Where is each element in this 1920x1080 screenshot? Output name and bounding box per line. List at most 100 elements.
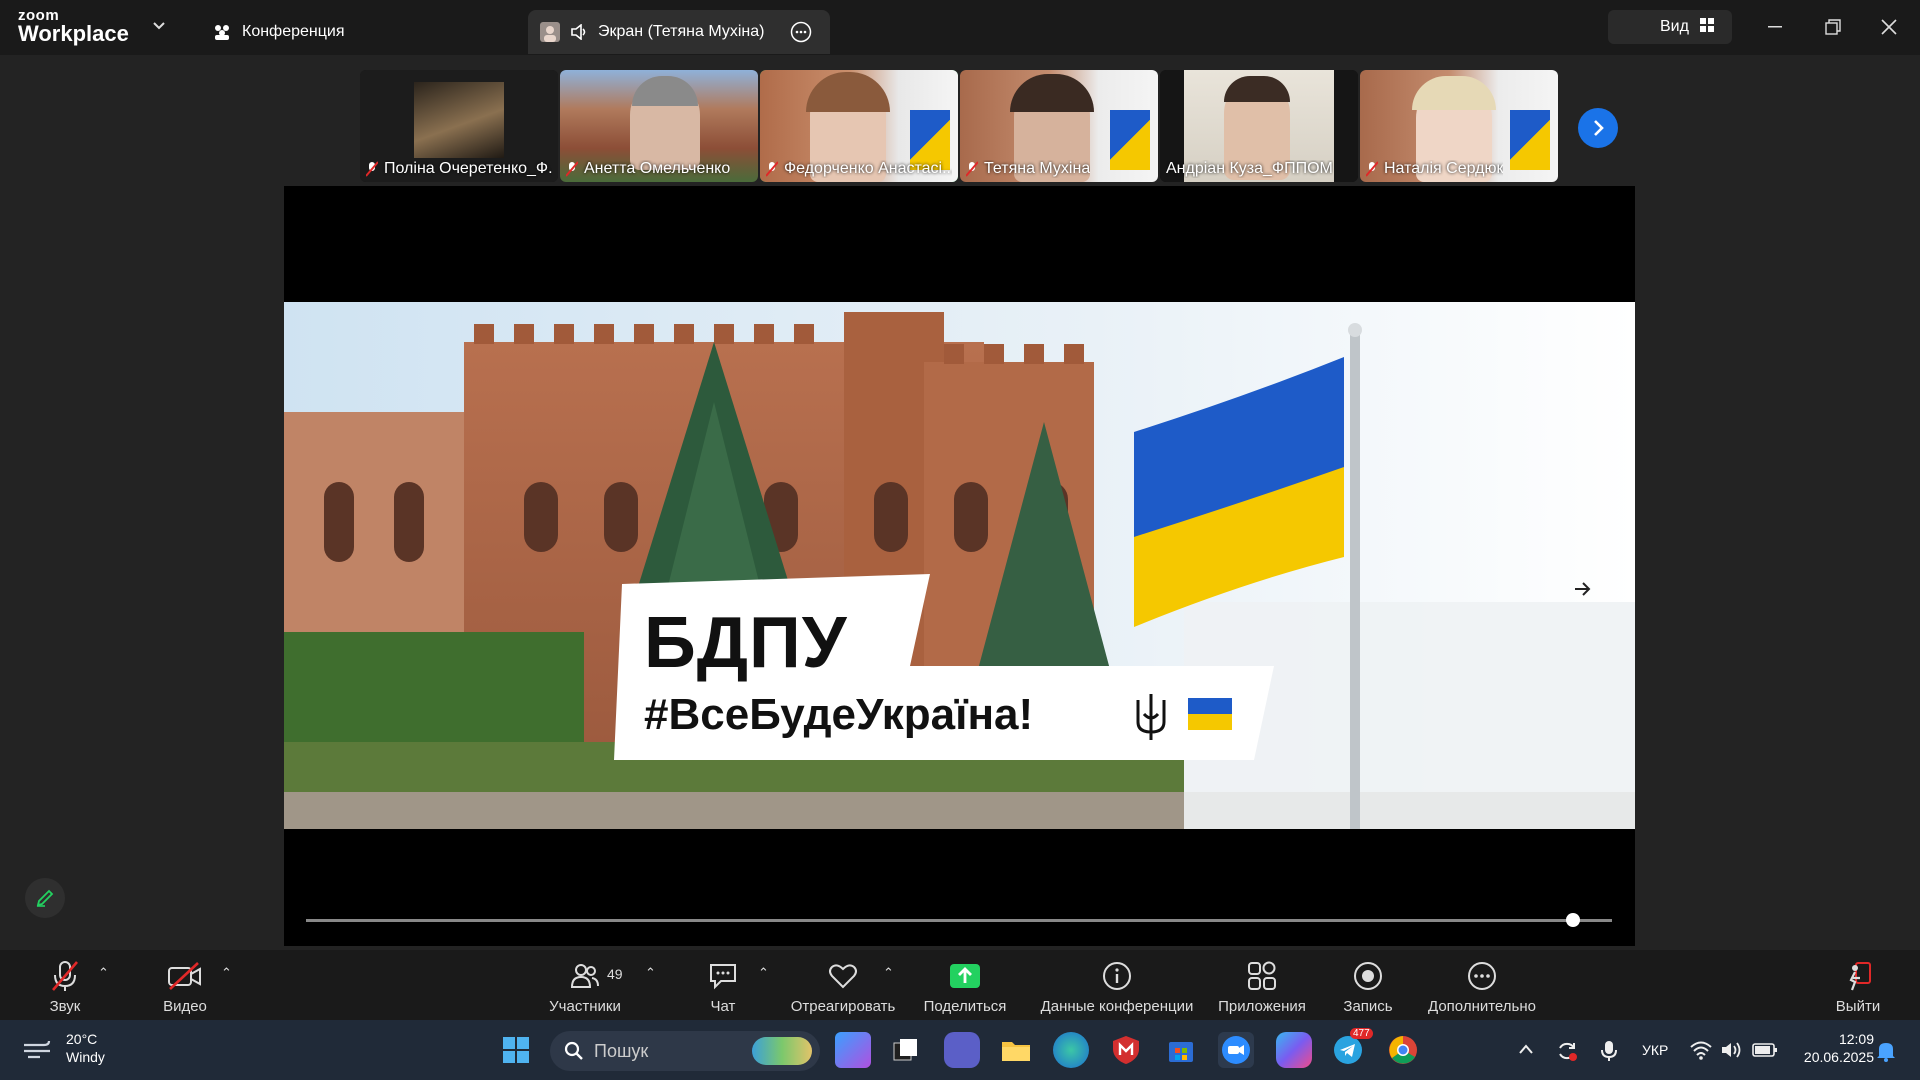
chevron-up-icon[interactable]: ⌃	[645, 965, 656, 981]
progress-handle[interactable]	[1565, 913, 1580, 927]
share-screen-icon	[949, 956, 981, 996]
annotate-button[interactable]	[25, 878, 65, 918]
participant-tile[interactable]: Тетяна Мухіна	[960, 70, 1158, 182]
slide-hashtag: #ВсеБудеУкраїна!	[644, 690, 1034, 739]
mic-muted-icon	[366, 161, 378, 177]
zoom-logo: zoom Workplace	[18, 8, 129, 45]
chevron-up-icon[interactable]: ⌃	[221, 965, 232, 981]
close-button[interactable]	[1874, 14, 1904, 40]
share-button[interactable]: Поделиться	[920, 950, 1010, 1020]
battery-icon[interactable]	[1752, 1042, 1778, 1063]
clock-time: 12:09	[1838, 1031, 1874, 1047]
meeting-info-button[interactable]: Данные конференции	[1036, 950, 1198, 1020]
meeting-info-label: Данные конференции	[1040, 998, 1194, 1015]
taskbar-search[interactable]: Пошук	[550, 1031, 820, 1071]
arrow-right-icon[interactable]	[1574, 580, 1592, 603]
pencil-icon	[36, 889, 54, 907]
participant-name: Федорченко Анастасі...	[784, 160, 952, 177]
notification-bell-icon[interactable]	[1876, 1040, 1896, 1067]
system-clock[interactable]: 12:09 20.06.2025	[1790, 1030, 1874, 1066]
apps-label: Приложения	[1218, 998, 1306, 1015]
tab-conference-label: Конференция	[242, 23, 345, 40]
weather-desc: Windy	[66, 1049, 105, 1065]
tab-conference[interactable]: Конференция	[212, 10, 512, 54]
video-progress-bar[interactable]	[306, 919, 1612, 922]
m365-icon[interactable]	[1276, 1032, 1312, 1068]
record-icon	[1353, 956, 1383, 996]
participant-tile[interactable]: Поліна Очеретенко_Ф...	[360, 70, 558, 182]
participant-tile[interactable]: Федорченко Анастасі...	[760, 70, 958, 182]
next-page-button[interactable]	[1578, 108, 1618, 148]
react-button[interactable]: Отреагировать	[788, 950, 898, 1020]
participant-name: Анетта Омельченко	[584, 160, 731, 177]
mic-muted-icon	[1366, 161, 1378, 177]
weather-widget[interactable]: 20°C Windy	[22, 1030, 105, 1066]
heart-icon	[828, 956, 858, 996]
telegram-badge: 477	[1350, 1028, 1373, 1039]
microphone-icon[interactable]	[1600, 1040, 1618, 1067]
sync-icon[interactable]	[1556, 1040, 1578, 1067]
share-label: Поделиться	[923, 998, 1007, 1015]
windows-start-icon[interactable]	[498, 1032, 534, 1068]
video-label: Видео	[163, 998, 207, 1015]
chevron-up-icon[interactable]: ⌃	[883, 965, 894, 981]
info-icon	[1102, 956, 1132, 996]
people-icon	[212, 23, 232, 41]
tab-screen-share[interactable]: Экран (Тетяна Мухіна)	[528, 10, 830, 54]
minimize-button[interactable]	[1760, 14, 1790, 40]
zoom-taskbar-icon[interactable]	[1218, 1032, 1254, 1068]
search-placeholder: Пошук	[594, 1040, 649, 1061]
task-view-icon[interactable]	[888, 1032, 924, 1068]
tab-screen-label: Экран (Тетяна Мухіна)	[598, 23, 765, 40]
more-options-icon[interactable]	[790, 21, 812, 43]
participant-name: Поліна Очеретенко_Ф...	[384, 160, 552, 177]
telegram-icon[interactable]: 477	[1330, 1028, 1373, 1068]
avatar	[540, 22, 560, 42]
record-button[interactable]: Запись	[1336, 950, 1400, 1020]
chrome-icon[interactable]	[1385, 1032, 1421, 1068]
weather-temp: 20°C	[66, 1031, 98, 1047]
participant-strip: Поліна Очеретенко_Ф... Анетта Омельченко…	[360, 70, 1560, 182]
language-indicator[interactable]: УКР	[1642, 1042, 1668, 1058]
apps-button[interactable]: Приложения	[1212, 950, 1312, 1020]
video-button[interactable]: Видео	[157, 950, 213, 1020]
leave-icon	[1842, 956, 1874, 996]
chevron-up-icon[interactable]: ⌃	[758, 965, 769, 981]
chat-button[interactable]: Чат	[700, 950, 746, 1020]
chevron-up-icon[interactable]	[1518, 1042, 1534, 1060]
speaker-icon	[570, 24, 588, 40]
audio-button[interactable]: Звук	[40, 950, 90, 1020]
leave-button[interactable]: Выйти	[1830, 950, 1886, 1020]
clock-date: 20.06.2025	[1803, 1049, 1874, 1065]
search-icon	[564, 1041, 583, 1060]
restore-button[interactable]	[1818, 14, 1848, 40]
volume-icon[interactable]	[1720, 1040, 1742, 1065]
teams-icon[interactable]	[944, 1032, 980, 1068]
mic-muted-icon	[766, 161, 778, 177]
mic-muted-icon	[50, 956, 80, 996]
chat-icon	[708, 956, 738, 996]
more-label: Дополнительно	[1428, 998, 1536, 1015]
view-button[interactable]: Вид	[1608, 10, 1732, 44]
participant-name: Андріан Куза_ФППОМ	[1166, 160, 1333, 177]
file-explorer-icon[interactable]	[998, 1032, 1034, 1068]
view-label: Вид	[1660, 18, 1689, 35]
chevron-up-icon[interactable]: ⌃	[98, 965, 109, 981]
wifi-icon[interactable]	[1690, 1040, 1712, 1065]
more-button[interactable]: Дополнительно	[1422, 950, 1542, 1020]
ukraine-flag-icon	[1188, 698, 1232, 735]
store-icon[interactable]	[1163, 1032, 1199, 1068]
mcafee-icon[interactable]	[1108, 1032, 1144, 1068]
copilot-icon[interactable]	[835, 1032, 871, 1068]
chevron-down-icon[interactable]	[152, 18, 166, 34]
participant-name: Тетяна Мухіна	[984, 160, 1091, 177]
edge-icon[interactable]	[1053, 1032, 1089, 1068]
participants-button[interactable]: Участники	[540, 950, 630, 1020]
participant-tile[interactable]: Анетта Омельченко	[560, 70, 758, 182]
logo-bottom-text: Workplace	[18, 21, 129, 46]
leave-label: Выйти	[1835, 998, 1881, 1015]
participant-tile[interactable]: Андріан Куза_ФППОМ	[1160, 70, 1358, 182]
trident-icon	[1134, 692, 1168, 747]
participant-name: Наталія Сердюк	[1384, 160, 1504, 177]
participant-tile[interactable]: Наталія Сердюк	[1360, 70, 1558, 182]
